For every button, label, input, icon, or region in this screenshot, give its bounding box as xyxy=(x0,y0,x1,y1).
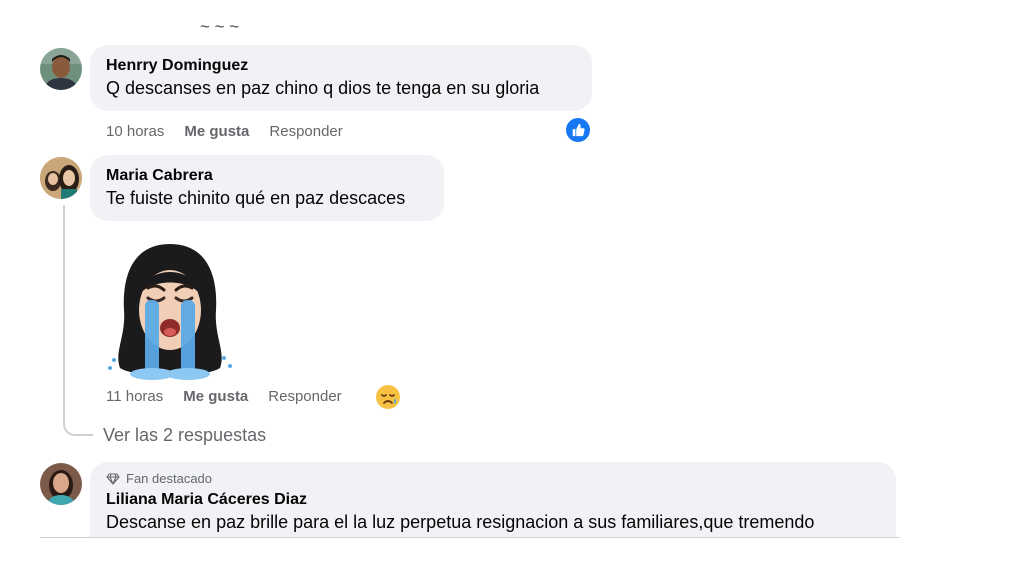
truncated-previous-text: ~ ~ ~ xyxy=(200,22,240,36)
like-button[interactable]: Me gusta xyxy=(184,123,249,140)
like-icon[interactable] xyxy=(566,118,590,142)
avatar[interactable] xyxy=(40,48,82,90)
view-replies-link[interactable]: Ver las 2 respuestas xyxy=(103,425,266,446)
comment-author[interactable]: Henrry Dominguez xyxy=(106,56,576,76)
thread-line xyxy=(63,205,65,423)
reply-button[interactable]: Responder xyxy=(268,388,341,405)
like-button[interactable]: Me gusta xyxy=(183,388,248,405)
comment-text: Q descanses en paz chino q dios te tenga… xyxy=(106,78,540,98)
comment-time[interactable]: 11 horas xyxy=(106,388,163,405)
thread-connector xyxy=(63,422,93,436)
comment-bubble: Henrry Dominguez Q descanses en paz chin… xyxy=(90,45,592,111)
reply-button[interactable]: Responder xyxy=(269,123,342,140)
comment-actions: 10 horas Me gusta Responder xyxy=(106,123,343,140)
comment-bubble: Fan destacado Liliana Maria Cáceres Diaz… xyxy=(90,462,896,538)
avatar[interactable] xyxy=(40,463,82,505)
comment-author[interactable]: Liliana Maria Cáceres Diaz xyxy=(106,490,880,510)
diamond-icon xyxy=(106,473,120,485)
comment-bubble: Maria Cabrera Te fuiste chinito qué en p… xyxy=(90,155,444,221)
comment-author[interactable]: Maria Cabrera xyxy=(106,166,428,186)
viewport-edge xyxy=(40,537,900,538)
sad-tear-emoji-icon[interactable] xyxy=(375,384,401,410)
fan-badge[interactable]: Fan destacado xyxy=(106,470,880,488)
avatar[interactable] xyxy=(40,157,82,199)
crying-woman-sticker[interactable] xyxy=(104,240,236,382)
comment-time[interactable]: 10 horas xyxy=(106,123,164,140)
comment-text: Descanse en paz brille para el la luz pe… xyxy=(106,512,815,532)
fan-badge-label: Fan destacado xyxy=(126,471,213,486)
comment-text: Te fuiste chinito qué en paz descaces xyxy=(106,188,406,208)
comment-actions: 11 horas Me gusta Responder xyxy=(106,388,342,405)
